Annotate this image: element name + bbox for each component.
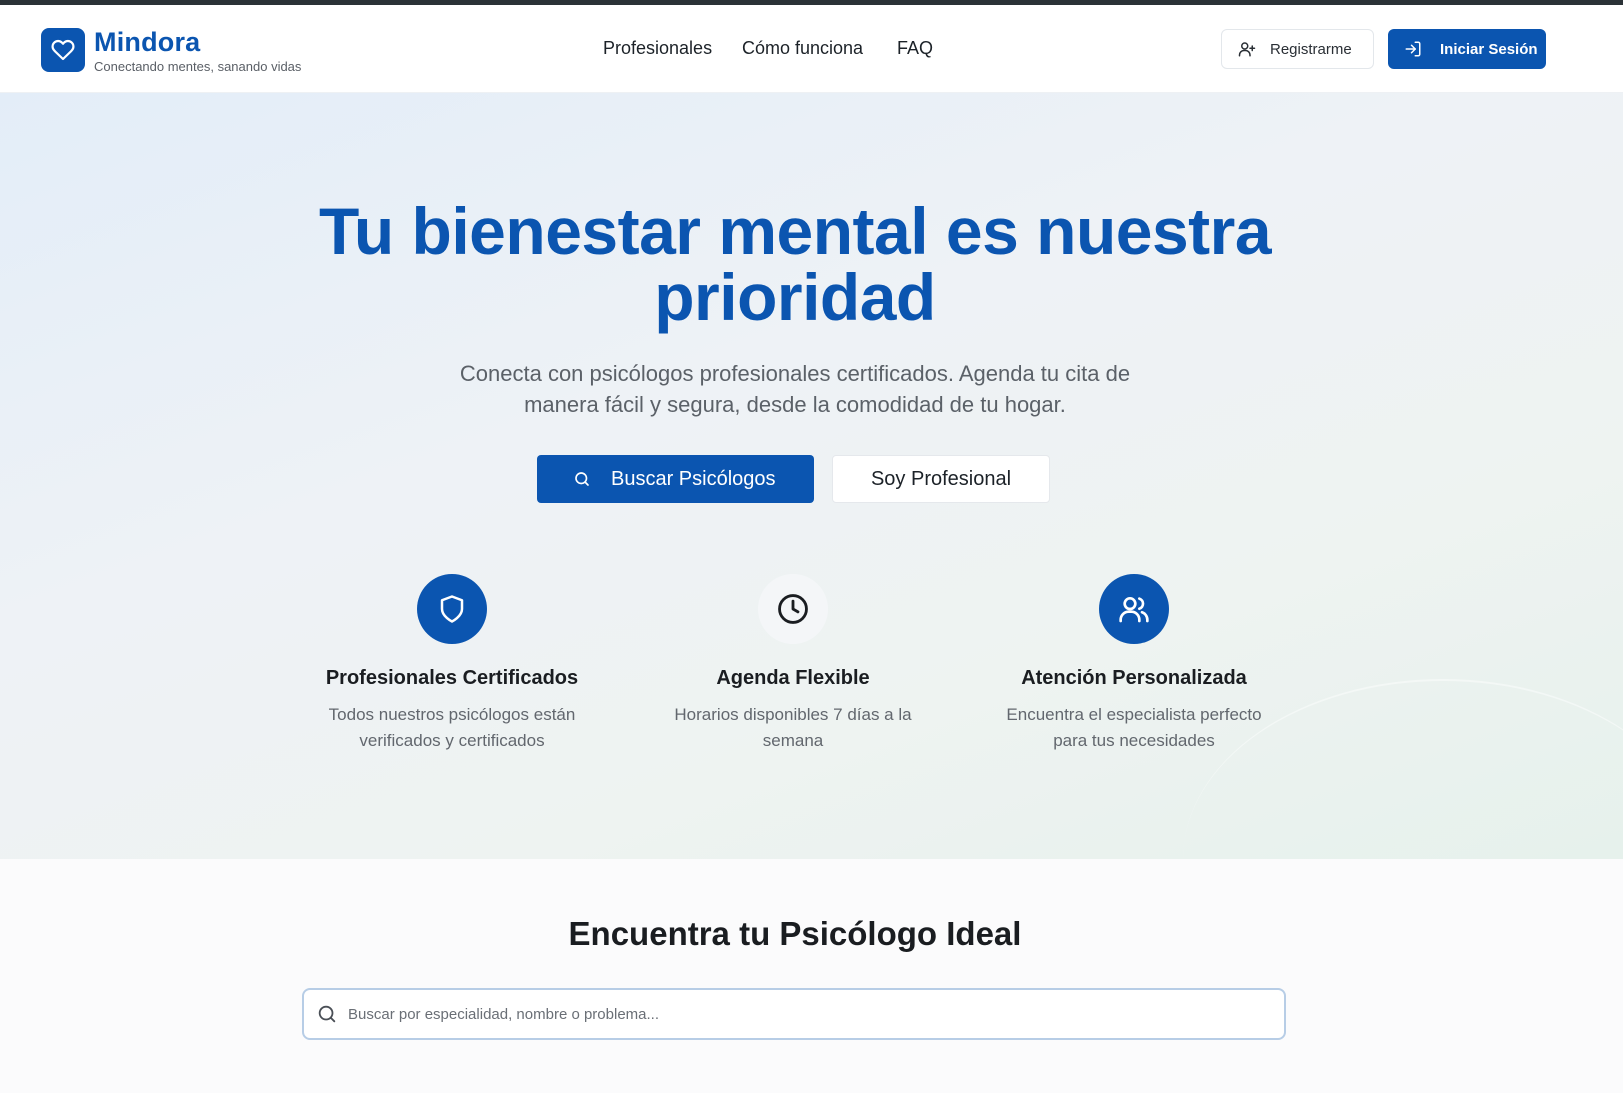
feature-icon-circle — [1099, 574, 1169, 644]
main-nav: Profesionales Cómo funciona FAQ — [0, 38, 1623, 68]
nav-link-faq[interactable]: FAQ — [897, 38, 933, 59]
register-button[interactable]: Registrarme — [1221, 29, 1374, 69]
feature-description: Horarios disponibles 7 días a la semana — [674, 705, 912, 750]
feature-title: Profesionales Certificados — [325, 667, 579, 689]
search-icon — [575, 472, 589, 486]
search-field[interactable] — [302, 988, 1286, 1040]
site-header: Mindora Conectando mentes, sanando vidas… — [0, 5, 1623, 93]
search-section: Encuentra tu Psicólogo Ideal — [0, 859, 1623, 1093]
hero-title-line2: prioridad — [654, 260, 936, 334]
professional-button[interactable]: Soy Profesional — [832, 455, 1050, 503]
hero-title-line1: Tu bienestar mental es nuestra — [318, 194, 1272, 268]
feature-icon-circle — [417, 574, 487, 644]
login-label: Iniciar Sesión — [1440, 40, 1538, 58]
clock-icon — [778, 594, 808, 624]
search-psychologists-label: Buscar Psicólogos — [611, 467, 776, 490]
feature-personalized: Atención Personalizada Encuentra el espe… — [974, 574, 1294, 754]
hero-subtitle-line1: Conecta con psicólogos profesionales cer… — [459, 361, 1131, 386]
user-plus-icon — [1238, 42, 1256, 57]
feature-title: Atención Personalizada — [1021, 667, 1247, 689]
feature-description: Encuentra el especialista perfecto para … — [1006, 705, 1262, 750]
register-label: Registrarme — [1270, 40, 1352, 58]
nav-link-como-funciona[interactable]: Cómo funciona — [742, 38, 863, 59]
search-input[interactable] — [348, 1005, 1284, 1023]
hero-subtitle: Conecta con psicólogos profesionales cer… — [0, 358, 1590, 420]
search-icon — [318, 1005, 336, 1023]
search-section-title: Encuentra tu Psicólogo Ideal — [568, 915, 1022, 952]
hero-subtitle-line2: manera fácil y segura, desde la comodida… — [524, 392, 1066, 417]
shield-icon — [440, 595, 464, 623]
login-button[interactable]: Iniciar Sesión — [1388, 29, 1546, 69]
feature-flexible: Agenda Flexible Horarios disponibles 7 d… — [633, 574, 953, 754]
feature-icon-circle — [758, 574, 828, 644]
feature-title: Agenda Flexible — [716, 667, 870, 689]
users-icon — [1119, 597, 1149, 623]
feature-description: Todos nuestros psicólogos están verifica… — [328, 705, 576, 750]
feature-certified: Profesionales Certificados Todos nuestro… — [292, 574, 612, 754]
search-psychologists-button[interactable]: Buscar Psicólogos — [537, 455, 814, 503]
log-in-icon — [1405, 41, 1421, 57]
hero-title: Tu bienestar mental es nuestra prioridad — [0, 198, 1590, 330]
nav-link-profesionales[interactable]: Profesionales — [603, 38, 712, 59]
hero-section: Tu bienestar mental es nuestra prioridad… — [0, 93, 1623, 859]
